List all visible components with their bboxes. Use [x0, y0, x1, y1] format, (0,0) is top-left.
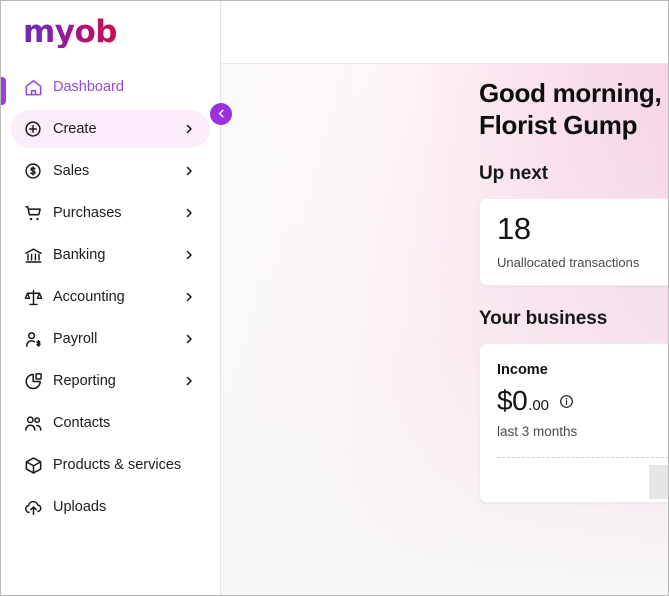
- sidebar-item-sales[interactable]: Sales: [11, 152, 210, 190]
- up-next-card[interactable]: 18 Unallocated transactions: [479, 198, 668, 287]
- pie-chart-icon: [23, 371, 43, 391]
- chevron-right-icon: [182, 248, 196, 262]
- sidebar-item-label: Products & services: [53, 457, 182, 473]
- sidebar-item-reporting[interactable]: Reporting: [11, 362, 210, 400]
- unallocated-transactions-count: 18: [497, 211, 531, 247]
- income-chart-bar: [649, 465, 668, 500]
- chevron-right-icon: [182, 164, 196, 178]
- sidebar-item-label: Payroll: [53, 331, 98, 347]
- income-card[interactable]: Income $0 .00 last 3 months: [479, 343, 668, 504]
- sidebar-item-label: Uploads: [53, 499, 107, 515]
- page-title: Good morning, Florist Gump: [479, 78, 662, 140]
- main-content: Good morning, Florist Gump Up next 18 Un…: [221, 1, 668, 595]
- income-period-label: last 3 months: [497, 424, 578, 440]
- sidebar-item-purchases[interactable]: Purchases: [11, 194, 210, 232]
- people-icon: [23, 413, 43, 433]
- sidebar: myob Dashboard Create Sales Purchases Ba…: [1, 1, 221, 595]
- myob-dashboard-window: myob Dashboard Create Sales Purchases Ba…: [0, 0, 669, 596]
- dollar-circle-icon: [23, 161, 43, 181]
- sidebar-item-label: Banking: [53, 247, 106, 263]
- chevron-right-icon: [182, 332, 196, 346]
- sidebar-item-label: Sales: [53, 163, 90, 179]
- chevron-right-icon: [182, 122, 196, 136]
- income-amount-row: $0 .00: [497, 387, 668, 415]
- chevron-right-icon: [182, 290, 196, 304]
- home-icon: [23, 77, 43, 97]
- sidebar-item-contacts[interactable]: Contacts: [11, 404, 210, 442]
- hero-inner: Good morning, Florist Gump Up next 18 Un…: [221, 64, 668, 504]
- person-dollar-icon: [23, 329, 43, 349]
- plus-circle-icon: [23, 119, 43, 139]
- bank-icon: [23, 245, 43, 265]
- sidebar-item-banking[interactable]: Banking: [11, 236, 210, 274]
- up-next-heading: Up next: [479, 163, 548, 185]
- your-business-heading: Your business: [479, 308, 608, 330]
- shopping-cart-icon: [23, 203, 43, 223]
- sidebar-item-dashboard[interactable]: Dashboard: [11, 68, 210, 106]
- cube-icon: [23, 455, 43, 475]
- info-circle-icon[interactable]: [559, 394, 574, 409]
- sidebar-item-label: Purchases: [53, 205, 122, 221]
- income-chart-baseline: [497, 457, 668, 459]
- sidebar-item-label: Contacts: [53, 415, 111, 431]
- active-nav-indicator: [1, 77, 6, 105]
- sidebar-item-create[interactable]: Create: [11, 110, 210, 148]
- chevron-left-icon: [216, 107, 227, 122]
- sidebar-item-payroll[interactable]: Payroll: [11, 320, 210, 358]
- scales-icon: [23, 287, 43, 307]
- income-amount-cents: .00: [528, 397, 550, 415]
- sidebar-item-products-and-services[interactable]: Products & services: [11, 446, 210, 484]
- income-card-title: Income: [497, 362, 548, 379]
- unallocated-transactions-label: Unallocated transactions: [497, 255, 640, 271]
- myob-logo[interactable]: myob: [23, 17, 118, 48]
- chevron-right-icon: [182, 206, 196, 220]
- sidebar-item-label: Create: [53, 121, 97, 137]
- chevron-right-icon: [182, 374, 196, 388]
- top-bar: [221, 1, 668, 64]
- logo-container: myob: [1, 1, 220, 64]
- sidebar-item-label: Accounting: [53, 289, 125, 305]
- sidebar-item-uploads[interactable]: Uploads: [11, 488, 210, 526]
- income-amount-dollars: $0: [497, 385, 528, 417]
- dashboard-hero: Good morning, Florist Gump Up next 18 Un…: [221, 64, 668, 595]
- upload-cloud-icon: [23, 497, 43, 517]
- sidebar-item-label: Reporting: [53, 373, 116, 389]
- collapse-sidebar-button[interactable]: [210, 103, 232, 125]
- sidebar-nav-list: Dashboard Create Sales Purchases Banking…: [1, 68, 220, 526]
- sidebar-item-label: Dashboard: [53, 79, 124, 95]
- sidebar-item-accounting[interactable]: Accounting: [11, 278, 210, 316]
